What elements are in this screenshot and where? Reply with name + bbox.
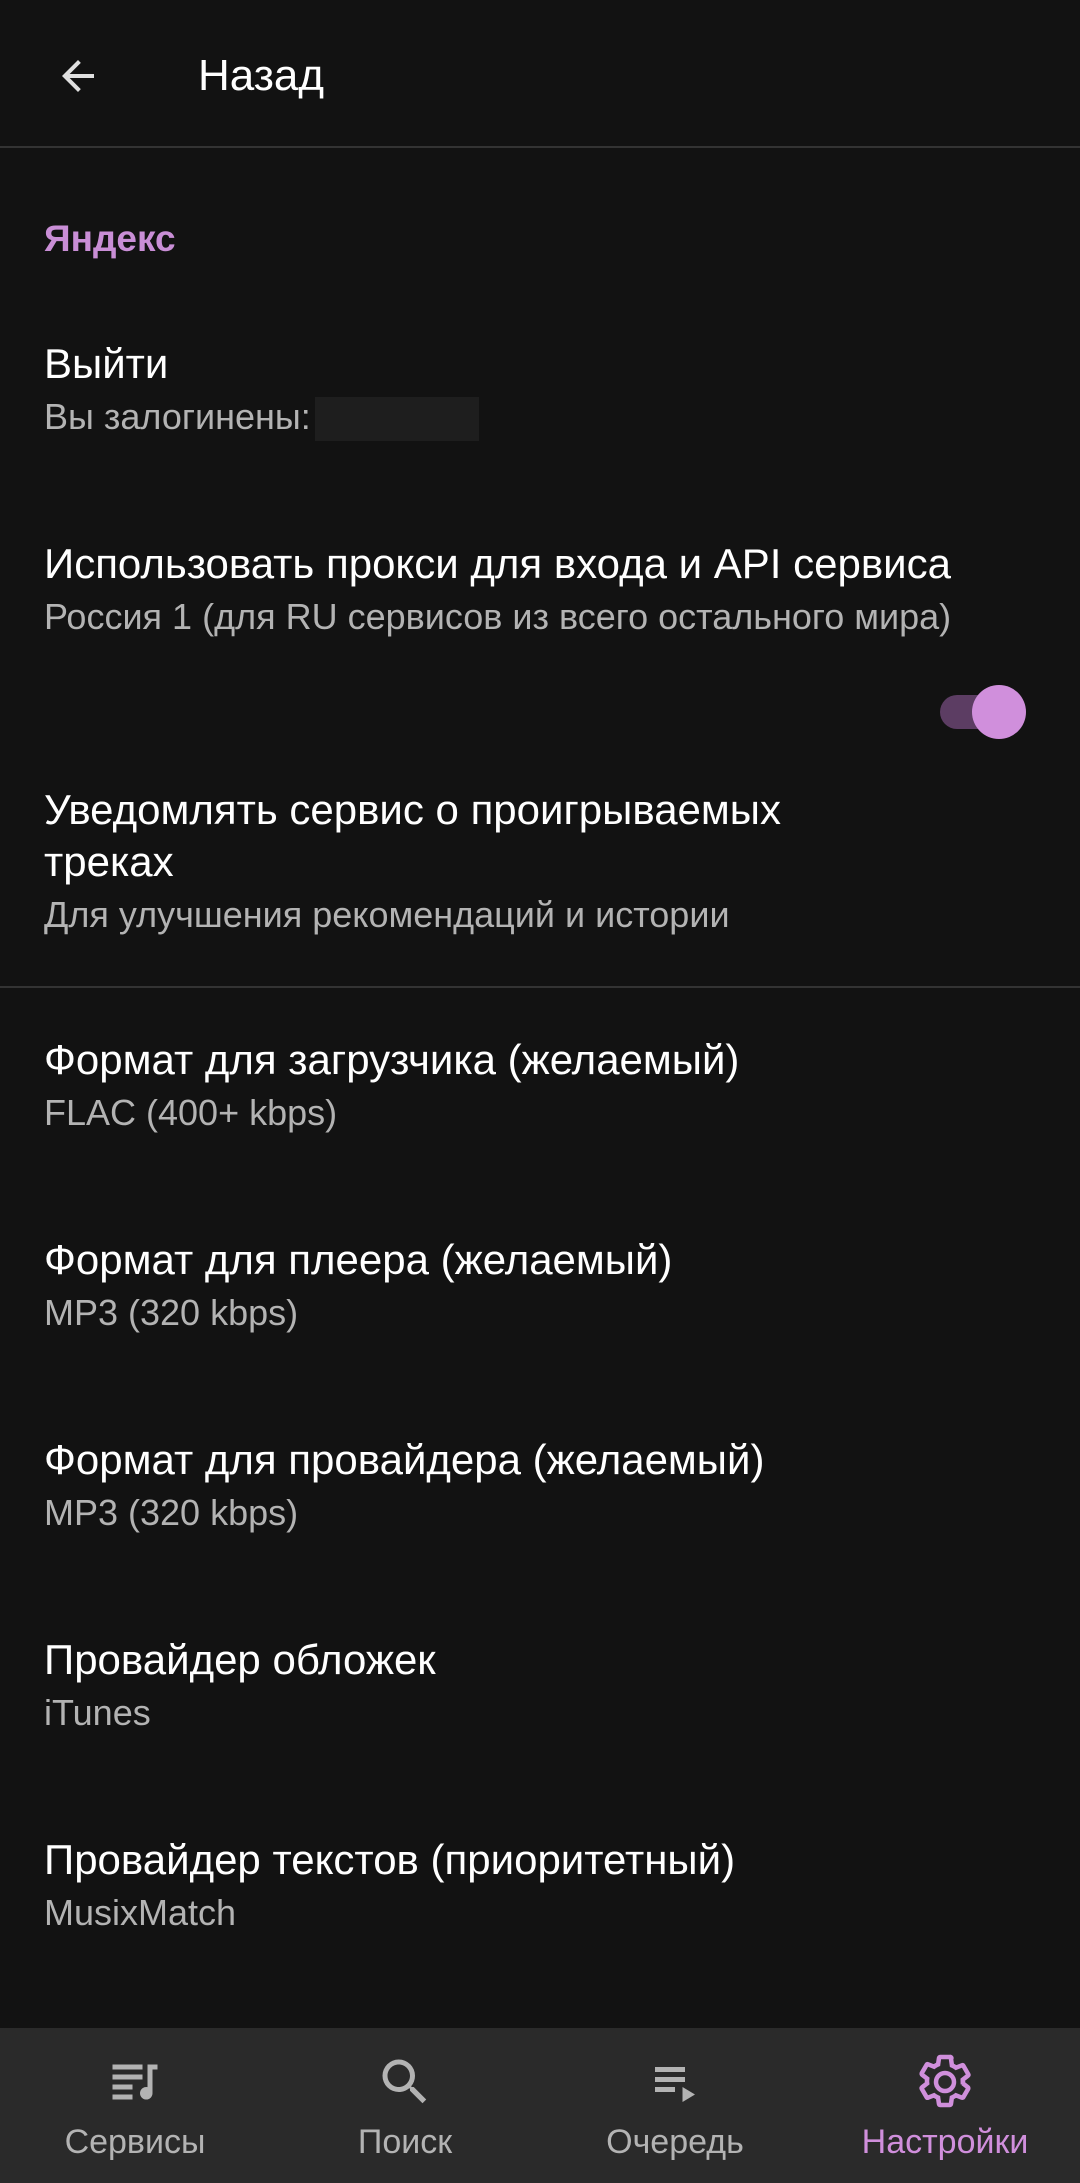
logged-in-label: Вы залогинены: (44, 396, 311, 437)
notify-tracks-toggle[interactable] (936, 683, 1028, 739)
setting-title: Использовать прокси для входа и API серв… (44, 540, 951, 587)
gear-icon (915, 2052, 975, 2112)
setting-cover-provider[interactable]: Провайдер обложек iTunes (44, 1634, 1044, 1736)
setting-subtitle: Вы залогинены: (44, 394, 1044, 442)
setting-notify-played-tracks[interactable]: Уведомлять сервис о проигрываемых треках… (44, 784, 884, 938)
nav-label: Поиск (357, 2123, 453, 2161)
arrow-left-icon (62, 60, 94, 92)
setting-downloader-format[interactable]: Формат для загрузчика (желаемый) FLAC (4… (44, 1034, 1044, 1136)
bottom-navigation: Сервисы Поиск Очередь Настройки (0, 2028, 1080, 2183)
setting-logout[interactable]: Выйти Вы залогинены: (44, 338, 1044, 442)
nav-item-queue[interactable]: Очередь (540, 2028, 810, 2183)
setting-title: Формат для провайдера (желаемый) (44, 1436, 765, 1483)
setting-subtitle: MP3 (320 kbps) (44, 1292, 299, 1333)
setting-proxy[interactable]: Использовать прокси для входа и API серв… (44, 538, 1044, 640)
setting-title: Формат для загрузчика (желаемый) (44, 1036, 740, 1083)
setting-subtitle: FLAC (400+ kbps) (44, 1092, 338, 1133)
setting-subtitle: Россия 1 (для RU сервисов из всего остал… (44, 596, 952, 637)
library-music-icon (105, 2052, 165, 2112)
section-divider (0, 986, 1080, 988)
setting-subtitle: Для улучшения рекомендаций и истории (44, 894, 730, 935)
setting-title: Выйти (44, 340, 169, 387)
setting-player-format[interactable]: Формат для плеера (желаемый) MP3 (320 kb… (44, 1234, 1044, 1336)
queue-icon (645, 2052, 705, 2112)
nav-label: Очередь (606, 2123, 744, 2161)
setting-lyrics-provider[interactable]: Провайдер текстов (приоритетный) MusixMa… (44, 1834, 1044, 1936)
setting-subtitle: iTunes (44, 1692, 151, 1733)
setting-provider-format[interactable]: Формат для провайдера (желаемый) MP3 (32… (44, 1434, 1044, 1536)
setting-title: Формат для плеера (желаемый) (44, 1236, 673, 1283)
setting-title: Провайдер текстов (приоритетный) (44, 1836, 736, 1883)
top-app-bar: Назад (0, 0, 1080, 148)
setting-title: Уведомлять сервис о проигрываемых треках (44, 786, 781, 885)
masked-username (314, 397, 479, 442)
page-title: Назад (198, 51, 325, 100)
settings-screen: Назад Яндекс Выйти Вы залогинены: Исполь… (0, 0, 1080, 2183)
toggle-thumb (972, 685, 1026, 739)
nav-item-search[interactable]: Поиск (270, 2028, 540, 2183)
setting-subtitle: MusixMatch (44, 1892, 237, 1933)
nav-label: Настройки (861, 2123, 1029, 2161)
back-button[interactable] (36, 36, 120, 116)
section-title-yandex: Яндекс (44, 218, 176, 259)
nav-label: Сервисы (64, 2123, 206, 2161)
search-icon (375, 2052, 435, 2112)
setting-subtitle: MP3 (320 kbps) (44, 1492, 299, 1533)
nav-item-services[interactable]: Сервисы (0, 2028, 270, 2183)
nav-item-settings[interactable]: Настройки (810, 2028, 1080, 2183)
setting-title: Провайдер обложек (44, 1636, 436, 1683)
